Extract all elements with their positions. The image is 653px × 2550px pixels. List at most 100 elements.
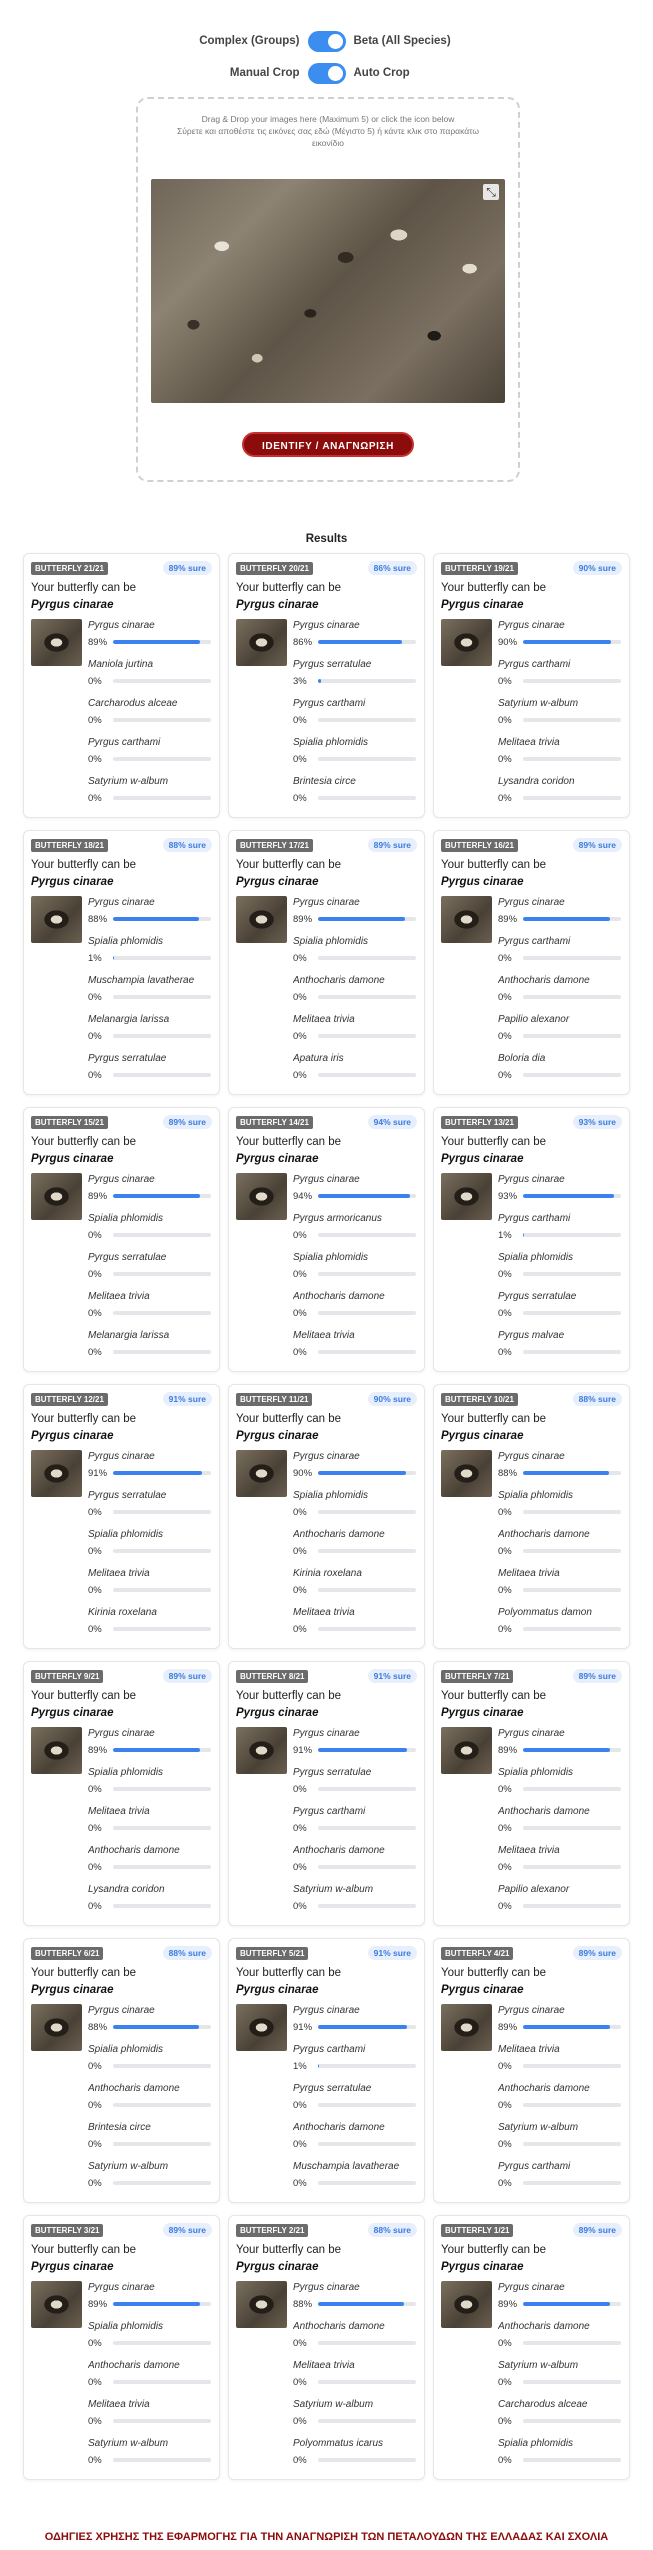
species-name: Muschampia lavatherae [88,975,195,986]
species-name: Muschampia lavatherae [293,2161,400,2172]
probability-bar [318,2142,416,2146]
prediction-list: Pyrgus cinarae 88% Spialia phlomidis 0% Anth… [88,2004,216,2199]
probability-row: 89% [88,1740,216,1760]
prediction-item: Pyrgus cinarae 89% [498,2004,626,2043]
crop-mode-switch[interactable] [307,62,346,84]
groups-label: Complex (Groups) [199,35,300,47]
probability-bar [523,1311,621,1315]
probability-bar-fill [523,1471,610,1475]
prediction-item: Satyrium w-album 0% [88,2437,216,2476]
butterfly-crop-thumbnail[interactable] [441,619,492,666]
probability-bar [318,1233,416,1237]
butterfly-crop-thumbnail[interactable] [236,2004,287,2051]
probability-bar [113,1350,211,1354]
species-name: Satyrium w-album [88,2438,169,2449]
probability-row: 0% [88,710,216,730]
prediction-item: Satyrium w-album 0% [293,2398,421,2437]
species-name: Kirinia roxelana [88,1607,157,1618]
confidence-badge: 89% sure [572,1946,622,1960]
confidence-badge: 89% sure [367,838,417,852]
species-name: Spialia phlomidis [498,1767,574,1778]
probability-bar [523,2458,621,2462]
probability-bar-fill [523,2025,611,2029]
prediction-item: Pyrgus cinarae 94% [293,1173,421,1212]
butterfly-crop-thumbnail[interactable] [441,1173,492,1220]
butterfly-crop-thumbnail[interactable] [441,1450,492,1497]
prediction-item: Spialia phlomidis 0% [293,1489,421,1528]
prediction-item: Kirinia roxelana 0% [293,1567,421,1606]
butterfly-crop-thumbnail[interactable] [31,1727,82,1774]
prediction-item: Pyrgus cinarae 91% [293,1727,421,1766]
butterfly-crop-thumbnail[interactable] [236,1727,287,1774]
probability-percent: 0% [498,1623,512,1635]
image-dropzone[interactable]: Drag & Drop your images here (Maximum 5)… [136,97,520,482]
probability-row: 0% [88,1342,216,1362]
prediction-item: Spialia phlomidis 0% [498,1766,626,1805]
butterfly-crop-thumbnail[interactable] [236,619,287,666]
butterfly-crop-thumbnail[interactable] [31,2281,82,2328]
probability-bar-fill [318,640,403,644]
crop-toggle-row: Manual Crop Auto Crop [0,60,653,86]
probability-row: 0% [293,1818,421,1838]
probability-percent: 0% [293,991,307,1003]
butterfly-crop-thumbnail[interactable] [31,2004,82,2051]
butterfly-crop-thumbnail[interactable] [31,619,82,666]
butterfly-crop-thumbnail[interactable] [441,1727,492,1774]
auto-crop-label: Auto Crop [353,67,410,79]
probability-bar-fill [113,956,114,960]
probability-bar [113,2025,211,2029]
probability-percent: 0% [498,1346,512,1358]
species-name: Pyrgus malvae [498,1330,565,1341]
top-species-name: Pyrgus cinarae [31,2261,114,2273]
species-name: Boloria dia [498,1053,546,1064]
probability-bar [318,2341,416,2345]
species-name: Pyrgus serratulae [88,1490,167,1501]
species-name: Lysandra coridon [88,1884,165,1895]
top-species-name: Pyrgus cinarae [236,599,319,611]
prediction-item: Pyrgus cinarae 89% [498,2281,626,2320]
species-name: Pyrgus serratulae [293,2083,372,2094]
prediction-item: Anthocharis damone 0% [498,1528,626,1567]
probability-bar-fill [318,2064,319,2068]
butterfly-crop-thumbnail[interactable] [236,1450,287,1497]
top-species-name: Pyrgus cinarae [441,1153,524,1165]
species-name: Pyrgus carthami [293,1806,366,1817]
probability-bar [318,1826,416,1830]
probability-bar [523,1471,621,1475]
confidence-badge: 89% sure [162,2223,212,2237]
can-be-label: Your butterfly can be [236,2244,342,2256]
probability-percent: 0% [88,675,102,687]
probability-bar [523,1627,621,1631]
usage-guide-link[interactable]: ΟΔΗΓΙΕΣ ΧΡΗΣΗΣ ΤΗΣ ΕΦΑΡΜΟΓΗΣ ΓΙΑ ΤΗΝ ΑΝΑ… [20,2530,633,2544]
butterfly-crop-thumbnail[interactable] [441,2004,492,2051]
probability-bar [113,1311,211,1315]
probability-bar [318,1865,416,1869]
butterfly-crop-thumbnail[interactable] [236,2281,287,2328]
prediction-item: Anthocharis damone 0% [88,1844,216,1883]
species-mode-switch[interactable] [307,30,346,52]
butterfly-crop-thumbnail[interactable] [31,896,82,943]
identify-button[interactable]: IDENTIFY / ΑΝΑΓΝΩΡΙΣΗ [242,432,414,457]
butterfly-crop-thumbnail[interactable] [31,1173,82,1220]
probability-bar [113,1233,211,1237]
butterfly-crop-thumbnail[interactable] [236,896,287,943]
card-header: BUTTERFLY 4/21 89% sure [441,1946,622,1960]
probability-bar [113,1073,211,1077]
butterfly-crop-thumbnail[interactable] [31,1450,82,1497]
butterfly-crop-thumbnail[interactable] [236,1173,287,1220]
prediction-item: Brintesia circe 0% [293,775,421,814]
species-label: Beta (All Species) [353,35,451,47]
results-title: Results [305,533,348,545]
butterfly-crop-thumbnail[interactable] [441,2281,492,2328]
probability-bar-fill [318,1194,411,1198]
prediction-item: Melanargia larissa 0% [88,1329,216,1368]
probability-row: 0% [498,710,626,730]
probability-row: 1% [88,948,216,968]
card-header: BUTTERFLY 18/21 88% sure [31,838,212,852]
crop-icon[interactable]: ⤡ [483,184,499,200]
butterfly-crop-thumbnail[interactable] [441,896,492,943]
can-be-label: Your butterfly can be [31,1690,137,1702]
card-header: BUTTERFLY 1/21 89% sure [441,2223,622,2237]
probability-bar [523,1510,621,1514]
card-header: BUTTERFLY 2/21 88% sure [236,2223,417,2237]
